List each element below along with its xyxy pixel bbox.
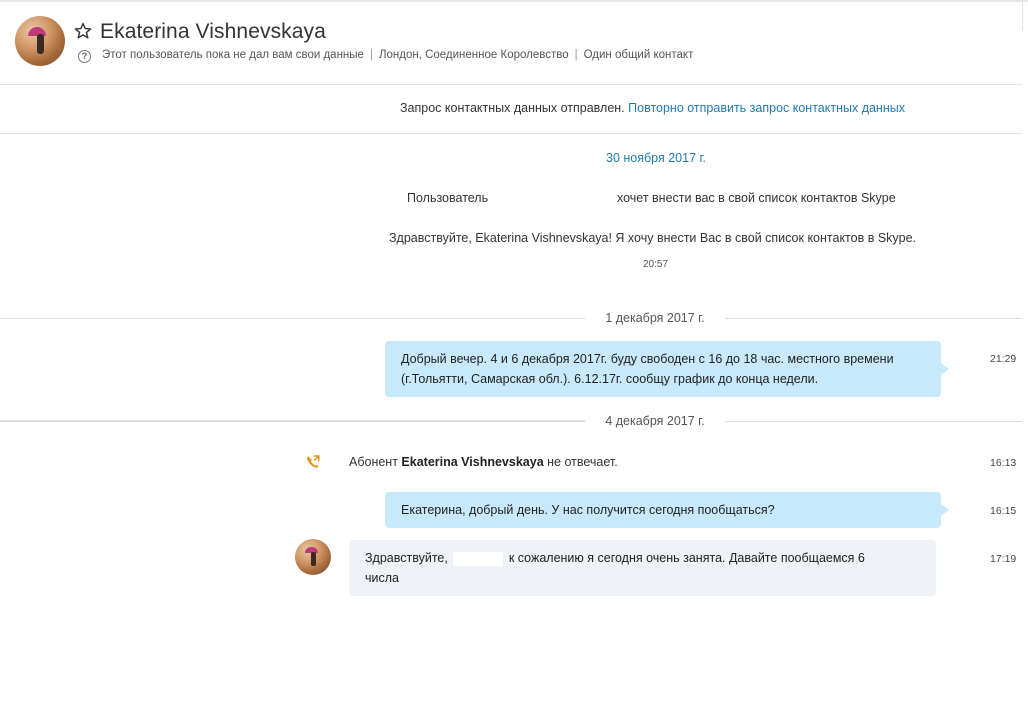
message-line: Екатерина, добрый день. У нас получится …: [401, 503, 775, 517]
call-contact-name: Ekaterina Vishnevskaya: [401, 455, 544, 469]
message-timestamp: 17:19: [990, 553, 1017, 565]
contact-request-text-1: Пользователь: [407, 191, 489, 205]
date-separator: 1 декабря 2017 г.: [0, 311, 1022, 325]
message-line: (г.Тольятти, Самарская обл.). 6.12.17г. …: [401, 372, 819, 386]
message-line: числа: [365, 571, 399, 585]
incoming-message[interactable]: Здравствуйте, к сожалению я сегодня очен…: [349, 540, 936, 596]
contact-avatar[interactable]: [15, 16, 65, 66]
message-timestamp: 21:29: [990, 353, 1017, 365]
outgoing-message[interactable]: Екатерина, добрый день. У нас получится …: [385, 492, 949, 528]
message-line: Здравствуйте, к сожалению я сегодня очен…: [365, 548, 920, 568]
contact-meta: Этот пользователь пока не дал вам свои д…: [102, 49, 694, 61]
call-text-prefix: Абонент: [349, 455, 398, 469]
message-timestamp: 16:15: [990, 505, 1017, 517]
shared-contacts-link[interactable]: Один общий контакт: [584, 49, 694, 61]
outgoing-message[interactable]: Добрый вечер. 4 и 6 декабря 2017г. буду …: [385, 341, 949, 397]
notice-text: Запрос контактных данных отправлен.: [400, 101, 625, 115]
header-divider: [0, 84, 1022, 85]
contact-request-text-2: хочет внести вас в свой список контактов…: [617, 191, 896, 205]
message-text-part: к сожалению я сегодня очень занята. Дава…: [508, 551, 865, 565]
missed-call-icon: [307, 455, 320, 468]
date-separator-label: 1 декабря 2017 г.: [605, 311, 705, 325]
message-text-part: Здравствуйте,: [365, 551, 448, 565]
missed-call-text: Абонент Ekaterina Vishnevskaya не отвеча…: [349, 455, 618, 469]
contact-request-notice: Запрос контактных данных отправлен. Повт…: [400, 101, 905, 115]
message-line: Добрый вечер. 4 и 6 декабря 2017г. буду …: [401, 352, 894, 366]
conversation-header: Ekaterina Vishnevskaya ? Этот пользовате…: [0, 0, 1028, 84]
contact-name[interactable]: Ekaterina Vishnevskaya: [100, 20, 326, 44]
date-separator: 4 декабря 2017 г.: [0, 414, 1022, 428]
call-text-suffix: не отвечает.: [547, 455, 618, 469]
contact-privacy-status: Этот пользователь пока не дал вам свои д…: [102, 49, 364, 61]
redacted-name: [453, 551, 504, 566]
favorite-star-icon[interactable]: [74, 22, 92, 40]
date-label: 30 ноября 2017 г.: [606, 151, 706, 165]
resend-request-link[interactable]: Повторно отправить запрос контактных дан…: [628, 101, 905, 115]
message-timestamp: 16:13: [990, 457, 1017, 469]
message-timestamp: 20:57: [643, 259, 669, 270]
date-separator-label: 4 декабря 2017 г.: [605, 414, 705, 428]
contact-request-greeting: Здравствуйте, Ekaterina Vishnevskaya! Я …: [389, 231, 917, 245]
sender-avatar[interactable]: [295, 539, 331, 575]
contact-location: Лондон, Соединенное Королевство: [378, 49, 569, 61]
notice-divider: [0, 133, 1022, 134]
help-icon[interactable]: ?: [78, 50, 91, 63]
